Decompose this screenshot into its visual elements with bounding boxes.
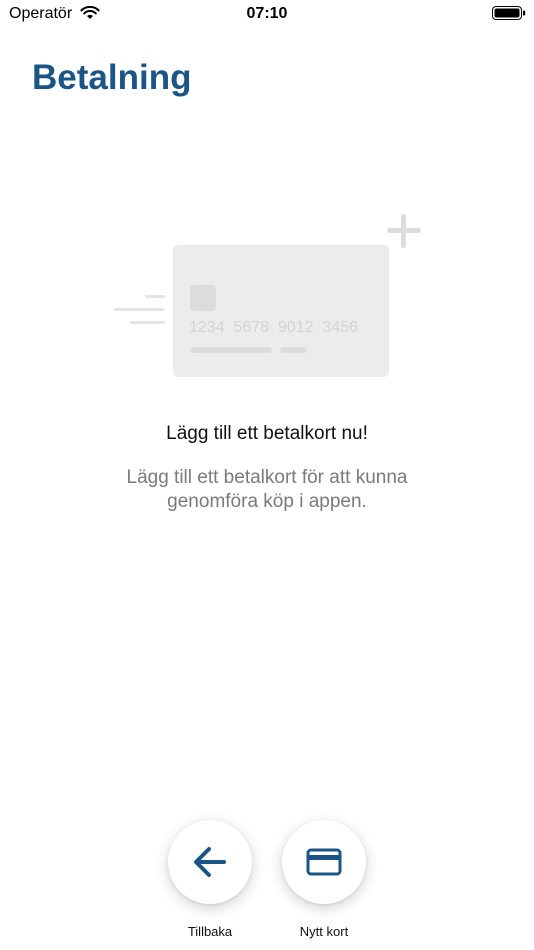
back-label: Tillbaka [187,924,233,939]
credit-card-icon [306,848,342,876]
arrow-left-icon [194,847,226,877]
new-card-button[interactable] [282,820,366,904]
speed-lines [114,295,165,324]
status-time: 07:10 [246,5,288,22]
battery-icon [492,6,526,20]
back-action: Tillbaka [155,820,265,939]
new-card-action: Nytt kort [269,820,379,939]
back-button[interactable] [168,820,252,904]
plus-icon [387,214,421,248]
empty-state-description: Lägg till ett betalkort för att kunna ge… [126,467,408,512]
card-chip [190,285,216,311]
empty-state-heading: Lägg till ett betalkort nu! [166,423,368,444]
status-bar: Operatör 07:10 [0,0,534,30]
credit-card-illustration: 1234 5678 9012 3456 [114,214,421,377]
card-number: 1234 5678 9012 3456 [189,319,358,336]
page-title: Betalning [32,58,192,97]
new-card-label: Nytt kort [299,924,349,939]
